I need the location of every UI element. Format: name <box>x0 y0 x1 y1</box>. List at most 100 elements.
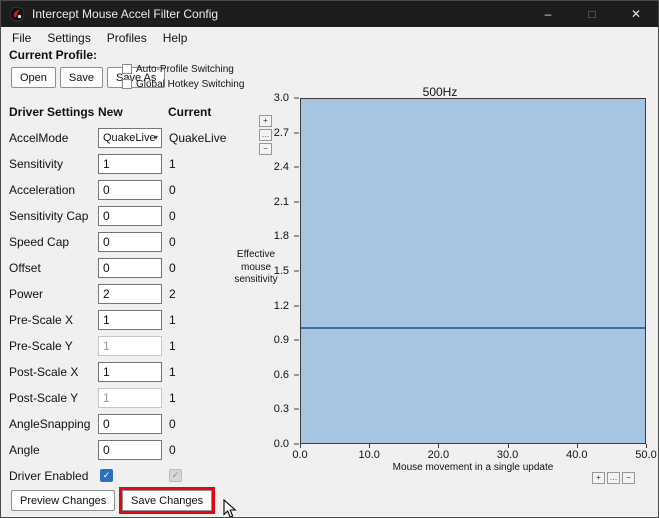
chart-plot[interactable] <box>300 98 646 444</box>
y-tick-label: 0.9 <box>274 334 289 346</box>
open-button[interactable]: Open <box>11 67 56 88</box>
setting-label: Sensitivity <box>9 157 63 171</box>
current-value: 1 <box>169 157 176 171</box>
current-value: 1 <box>169 365 176 379</box>
y-tick-mark <box>294 374 299 375</box>
x-tick-mark <box>369 444 370 448</box>
y-axis: 0.00.30.60.91.21.51.82.12.42.73.0 <box>229 98 299 444</box>
x-tick-label: 20.0 <box>428 449 449 461</box>
x-tick-mark <box>300 444 301 448</box>
y-tick-label: 0.6 <box>274 369 289 381</box>
save-changes-button[interactable]: Save Changes <box>122 490 212 511</box>
x-tick-label: 40.0 <box>566 449 587 461</box>
current-profile-label: Current Profile: <box>9 48 97 62</box>
close-button[interactable]: ✕ <box>614 1 658 27</box>
setting-input-offset[interactable] <box>98 258 162 278</box>
app-icon <box>9 6 25 22</box>
accel-mode-value: QuakeLive <box>103 132 156 144</box>
preview-changes-button[interactable]: Preview Changes <box>11 490 115 511</box>
y-tick-mark <box>294 305 299 306</box>
current-value: 0 <box>169 261 176 275</box>
setting-input-anglesnapping[interactable] <box>98 414 162 434</box>
y-tick-mark <box>294 132 299 133</box>
auto-profile-label: Auto-Profile Switching <box>136 64 234 75</box>
current-value: QuakeLive <box>169 131 226 145</box>
menu-help[interactable]: Help <box>155 29 196 47</box>
zoom-options-button[interactable]: … <box>607 472 620 484</box>
x-tick-label: 10.0 <box>358 449 379 461</box>
y-tick-label: 2.4 <box>274 161 289 173</box>
setting-input-post-scale-x[interactable] <box>98 362 162 382</box>
driver-enabled-current-checkbox: ✓ <box>169 469 182 482</box>
current-value: 0 <box>169 443 176 457</box>
chart-zoom-row: +…− <box>592 472 635 484</box>
menu-bar: File Settings Profiles Help <box>1 27 658 48</box>
x-tick-label: 30.0 <box>497 449 518 461</box>
profile-switch-options: Auto-Profile Switching Global Hotkey Swi… <box>122 63 244 90</box>
zoom-out-button[interactable]: − <box>622 472 635 484</box>
sensitivity-line <box>301 327 645 329</box>
menu-profiles[interactable]: Profiles <box>99 29 155 47</box>
y-tick-label: 3.0 <box>274 92 289 104</box>
setting-label: Speed Cap <box>9 235 69 249</box>
highlight-box: Save Changes <box>119 487 215 514</box>
setting-label: Sensitivity Cap <box>9 209 88 223</box>
setting-label: Angle <box>9 443 40 457</box>
y-tick-mark <box>294 201 299 202</box>
setting-input-acceleration[interactable] <box>98 180 162 200</box>
setting-input-post-scale-y[interactable] <box>98 388 162 408</box>
y-tick-label: 0.0 <box>274 438 289 450</box>
current-value: 0 <box>169 209 176 223</box>
setting-label: Pre-Scale Y <box>9 339 73 353</box>
window-controls: – □ ✕ <box>526 1 658 27</box>
x-tick-mark <box>577 444 578 448</box>
maximize-button[interactable]: □ <box>570 1 614 27</box>
setting-label: AngleSnapping <box>9 417 90 431</box>
accel-mode-select[interactable]: QuakeLive▾ <box>98 128 162 148</box>
auto-profile-checkbox[interactable] <box>122 64 132 74</box>
driver-enabled-checkbox[interactable]: ✓ <box>100 469 113 482</box>
current-value: 2 <box>169 287 176 301</box>
setting-label: Power <box>9 287 43 301</box>
setting-label: Post-Scale X <box>9 365 78 379</box>
global-hotkey-row: Global Hotkey Switching <box>122 78 244 90</box>
current-value: 0 <box>169 235 176 249</box>
setting-input-power[interactable] <box>98 284 162 304</box>
menu-file[interactable]: File <box>4 29 39 47</box>
y-tick-mark <box>294 444 299 445</box>
setting-input-pre-scale-y[interactable] <box>98 336 162 356</box>
menu-settings[interactable]: Settings <box>39 29 98 47</box>
setting-label: Pre-Scale X <box>9 313 73 327</box>
y-tick-mark <box>294 98 299 99</box>
setting-input-pre-scale-x[interactable] <box>98 310 162 330</box>
new-column-header: New <box>98 105 123 119</box>
setting-input-sensitivity-cap[interactable] <box>98 206 162 226</box>
y-tick-label: 0.3 <box>274 403 289 415</box>
driver-settings-header: Driver Settings <box>9 105 94 119</box>
window-title: Intercept Mouse Accel Filter Config <box>32 7 218 21</box>
setting-label: Offset <box>9 261 41 275</box>
setting-label: Driver Enabled <box>9 469 88 483</box>
y-tick-mark <box>294 409 299 410</box>
chart-title: 500Hz <box>229 85 651 99</box>
current-value: 0 <box>169 417 176 431</box>
minimize-button[interactable]: – <box>526 1 570 27</box>
setting-input-speed-cap[interactable] <box>98 232 162 252</box>
save-button[interactable]: Save <box>60 67 103 88</box>
y-tick-mark <box>294 236 299 237</box>
setting-input-sensitivity[interactable] <box>98 154 162 174</box>
y-tick-mark <box>294 167 299 168</box>
zoom-in-button[interactable]: + <box>592 472 605 484</box>
y-tick-label: 1.2 <box>274 300 289 312</box>
y-tick-label: 2.7 <box>274 127 289 139</box>
title-bar: Intercept Mouse Accel Filter Config – □ … <box>1 1 658 27</box>
current-column-header: Current <box>168 105 211 119</box>
setting-label: AccelMode <box>9 131 68 145</box>
current-value: 0 <box>169 183 176 197</box>
setting-input-angle[interactable] <box>98 440 162 460</box>
x-tick-label: 50.0 <box>635 449 656 461</box>
global-hotkey-checkbox[interactable] <box>122 79 132 89</box>
chevron-down-icon: ▾ <box>154 133 158 142</box>
y-tick-mark <box>294 340 299 341</box>
setting-label: Post-Scale Y <box>9 391 78 405</box>
